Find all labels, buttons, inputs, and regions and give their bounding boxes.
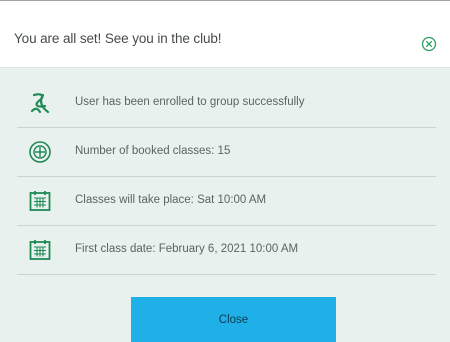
enrollment-details-list: User has been enrolled to group successf… [17,79,436,275]
first-class-date-text: First class date: February 6, 2021 10:00… [75,243,299,255]
list-item: Classes will take place: Sat 10:00 AM [17,177,436,226]
close-icon[interactable] [421,36,437,52]
enrollment-confirmation-dialog: You are all set! See you in the club! Us… [0,0,450,342]
calendar-icon [29,191,51,211]
dialog-title: You are all set! See you in the club! [14,31,222,46]
top-divider [0,0,450,8]
close-button[interactable]: Close [131,297,336,342]
ticket-circle-icon [29,141,51,163]
list-item: Number of booked classes: 15 [17,128,436,177]
enrolled-status-text: User has been enrolled to group successf… [75,96,305,108]
dialog-header: You are all set! See you in the club! [0,8,450,68]
list-item: User has been enrolled to group successf… [17,79,436,128]
calendar-icon [29,240,51,260]
booked-classes-text: Number of booked classes: 15 [75,145,231,157]
list-item: First class date: February 6, 2021 10:00… [17,226,436,275]
swirl-check-icon [30,93,50,114]
class-schedule-text: Classes will take place: Sat 10:00 AM [75,194,267,206]
